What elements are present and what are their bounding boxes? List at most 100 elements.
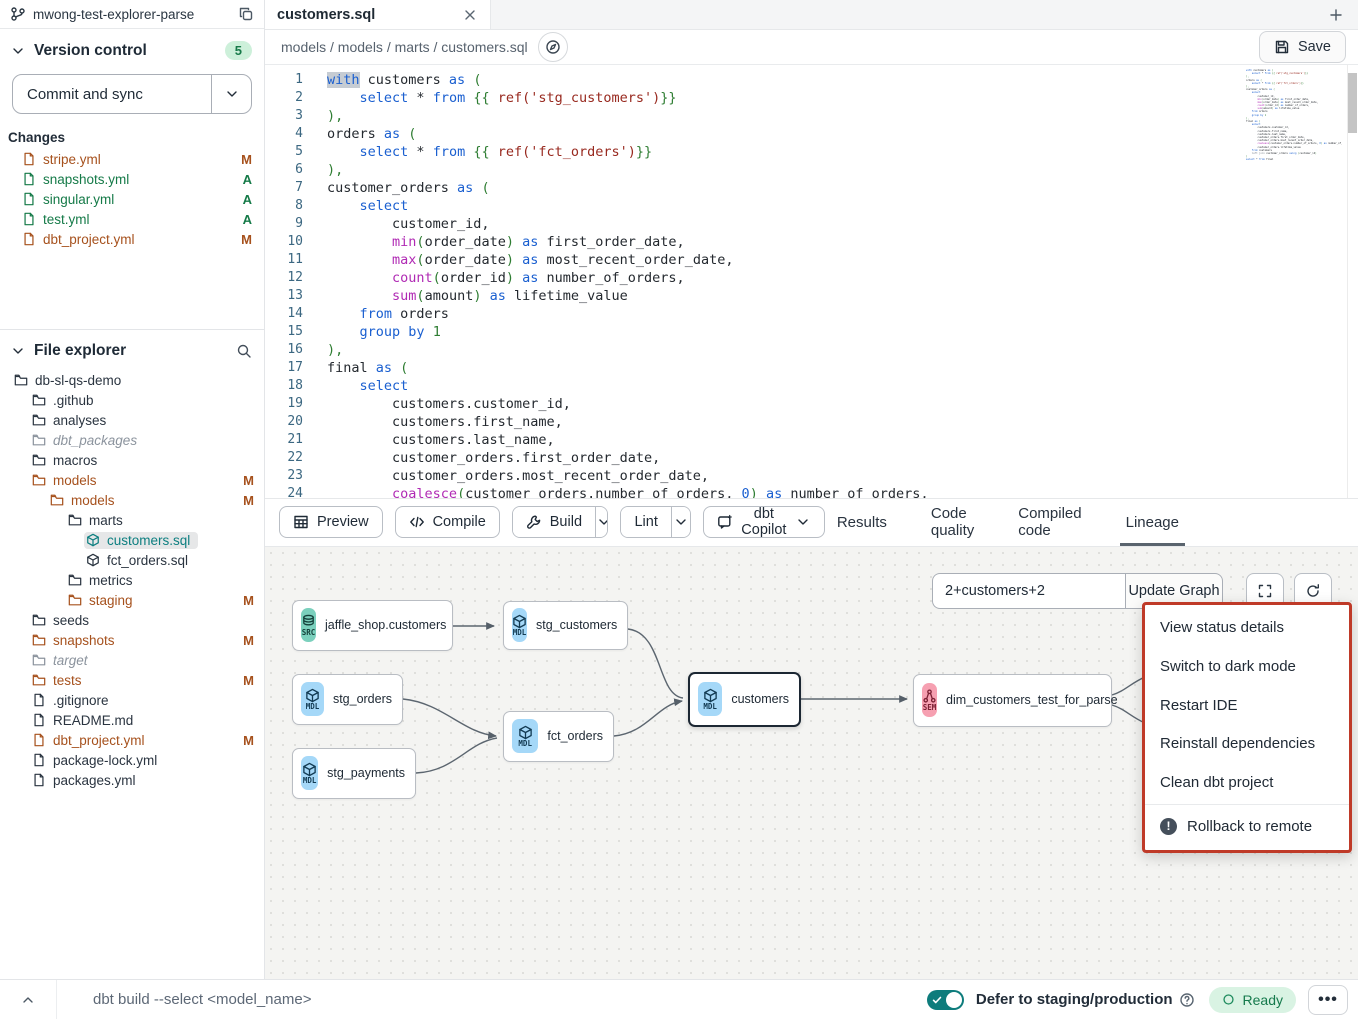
chevron-down-icon[interactable] <box>10 343 26 359</box>
navigate-compass-button[interactable] <box>538 32 568 62</box>
tree-item-db-sl-qs-demo[interactable]: db-sl-qs-demo <box>0 370 264 390</box>
tree-item-label: seeds <box>53 613 89 628</box>
new-tab-button[interactable] <box>1314 0 1358 29</box>
commit-options-caret[interactable] <box>211 75 251 113</box>
tree-item-models[interactable]: models M <box>0 490 264 510</box>
tree-item-customers-sql[interactable]: customers.sql <box>0 530 264 550</box>
change-status-letter: M <box>243 673 254 688</box>
lineage-node-stg-payments[interactable]: MDL stg_payments <box>292 748 416 799</box>
status-badge[interactable]: Ready <box>1209 987 1296 1013</box>
expand-icon <box>1257 583 1273 599</box>
changed-file-row[interactable]: singular.yml A <box>0 189 264 209</box>
tree-item-target[interactable]: target <box>0 650 264 670</box>
change-status-letter: A <box>243 212 252 227</box>
close-icon[interactable] <box>462 7 478 23</box>
breadcrumb-row: models / models / marts / customers.sql … <box>265 30 1358 65</box>
tree-item-label: models <box>71 493 115 508</box>
expand-panel-caret[interactable] <box>0 980 56 1019</box>
menu-item-label: Rollback to remote <box>1187 818 1312 835</box>
lineage-node-stg-orders[interactable]: MDL stg_orders <box>292 674 403 725</box>
editor-scrollbar[interactable] <box>1347 65 1358 498</box>
lineage-filter-input[interactable]: 2+customers+2 <box>932 573 1125 609</box>
tree-item-tests[interactable]: tests M <box>0 670 264 690</box>
editor-scrollbar-thumb[interactable] <box>1348 73 1357 133</box>
command-input[interactable]: dbt build --select <model_name> <box>56 980 927 1019</box>
defer-toggle[interactable] <box>927 990 964 1010</box>
build-split-button: Build <box>512 506 609 538</box>
sem-node-icon: SEM <box>922 683 937 717</box>
tab-title: customers.sql <box>277 7 375 23</box>
lint-split-button: Lint <box>620 506 690 538</box>
menu-item-view-status-details[interactable]: View status details <box>1145 609 1349 648</box>
lint-options-caret[interactable] <box>671 507 690 537</box>
commit-and-sync-button[interactable]: Commit and sync <box>13 75 211 113</box>
save-button[interactable]: Save <box>1259 31 1346 63</box>
build-button[interactable]: Build <box>513 507 595 537</box>
tree-item-dbt-packages[interactable]: dbt_packages <box>0 430 264 450</box>
lineage-node-dim-customers-test-for-parse[interactable]: SEM dim_customers_test_for_parse <box>913 674 1112 727</box>
menu-item-label: View status details <box>1160 619 1284 636</box>
tree-item-fct-orders-sql[interactable]: fct_orders.sql <box>0 550 264 570</box>
menu-item-reinstall-dependencies[interactable]: Reinstall dependencies <box>1145 725 1349 764</box>
tree-item-label: target <box>53 653 88 668</box>
copy-branch-icon[interactable] <box>238 6 254 22</box>
tab-lineage[interactable]: Lineage <box>1126 499 1179 546</box>
code-line: ), <box>327 107 1358 125</box>
lineage-node-jaffle-shop-customers[interactable]: SRC jaffle_shop.customers <box>292 600 453 651</box>
editor-tab-bar: customers.sql <box>265 0 1358 30</box>
tree-item-packages-yml[interactable]: packages.yml <box>0 770 264 790</box>
table-icon <box>293 514 309 530</box>
tree-item-snapshots[interactable]: snapshots M <box>0 630 264 650</box>
lineage-node-customers[interactable]: MDL customers <box>688 672 801 727</box>
changed-file-row[interactable]: snapshots.yml A <box>0 169 264 189</box>
breadcrumb: models / models / marts / customers.sql <box>281 39 528 55</box>
code-line: customers.last_name, <box>327 431 1358 449</box>
code-line: ), <box>327 341 1358 359</box>
preview-button[interactable]: Preview <box>279 506 383 538</box>
tree-item-dbt-project-yml[interactable]: dbt_project.yml M <box>0 730 264 750</box>
search-icon[interactable] <box>236 343 252 359</box>
tab-results[interactable]: Results <box>837 499 887 546</box>
changed-file-row[interactable]: dbt_project.yml M <box>0 229 264 249</box>
tab-compiled-code[interactable]: Compiled code <box>1018 499 1081 546</box>
lint-button[interactable]: Lint <box>621 507 670 537</box>
code-line: customers.first_name, <box>327 413 1358 431</box>
tree-item-readme-md[interactable]: README.md <box>0 710 264 730</box>
lineage-node-stg-customers[interactable]: MDL stg_customers <box>503 601 628 650</box>
tree-item-staging[interactable]: staging M <box>0 590 264 610</box>
node-label: stg_customers <box>536 618 617 632</box>
folder-icon <box>32 453 46 467</box>
build-options-caret[interactable] <box>595 507 608 537</box>
editor-minimap[interactable]: with customers as ( select * from {{ ref… <box>1246 69 1342 289</box>
chevron-down-icon[interactable] <box>10 43 26 59</box>
menu-item-clean-dbt-project[interactable]: Clean dbt project <box>1145 763 1349 802</box>
file-explorer-section: File explorer db-sl-qs-demo .github anal… <box>0 330 264 979</box>
menu-item-restart-ide[interactable]: Restart IDE <box>1145 686 1349 725</box>
tree-item-marts[interactable]: marts <box>0 510 264 530</box>
changed-file-row[interactable]: stripe.yml M <box>0 149 264 169</box>
more-options-button[interactable]: ••• <box>1308 985 1348 1015</box>
menu-item-switch-to-dark-mode[interactable]: Switch to dark mode <box>1145 647 1349 686</box>
code-content[interactable]: with customers as ( select * from {{ ref… <box>317 65 1358 498</box>
defer-label: Defer to staging/production <box>976 991 1173 1008</box>
help-icon[interactable] <box>1179 992 1195 1008</box>
tree-item-analyses[interactable]: analyses <box>0 410 264 430</box>
lineage-node-fct-orders[interactable]: MDL fct_orders <box>503 711 614 762</box>
dbt-copilot-button[interactable]: dbt Copilot <box>703 506 825 538</box>
change-status-letter: M <box>241 232 252 247</box>
compile-button[interactable]: Compile <box>395 506 500 538</box>
tree-item-package-lock-yml[interactable]: package-lock.yml <box>0 750 264 770</box>
code-editor[interactable]: 1234567891011121314151617181920212223242… <box>265 65 1358 498</box>
lineage-panel[interactable]: SRC jaffle_shop.customers MDL stg_custome… <box>265 547 1358 980</box>
changed-file-row[interactable]: test.yml A <box>0 209 264 229</box>
commit-and-sync-split-button: Commit and sync <box>12 74 252 114</box>
tree-item-macros[interactable]: macros <box>0 450 264 470</box>
menu-item-rollback-to-remote[interactable]: !Rollback to remote <box>1145 807 1349 846</box>
tree-item-seeds[interactable]: seeds <box>0 610 264 630</box>
tree-item-models[interactable]: models M <box>0 470 264 490</box>
tree-item--github[interactable]: .github <box>0 390 264 410</box>
tree-item-metrics[interactable]: metrics <box>0 570 264 590</box>
tab-customers-sql[interactable]: customers.sql <box>265 0 491 29</box>
tab-code-quality[interactable]: Code quality <box>931 499 974 546</box>
tree-item--gitignore[interactable]: .gitignore <box>0 690 264 710</box>
